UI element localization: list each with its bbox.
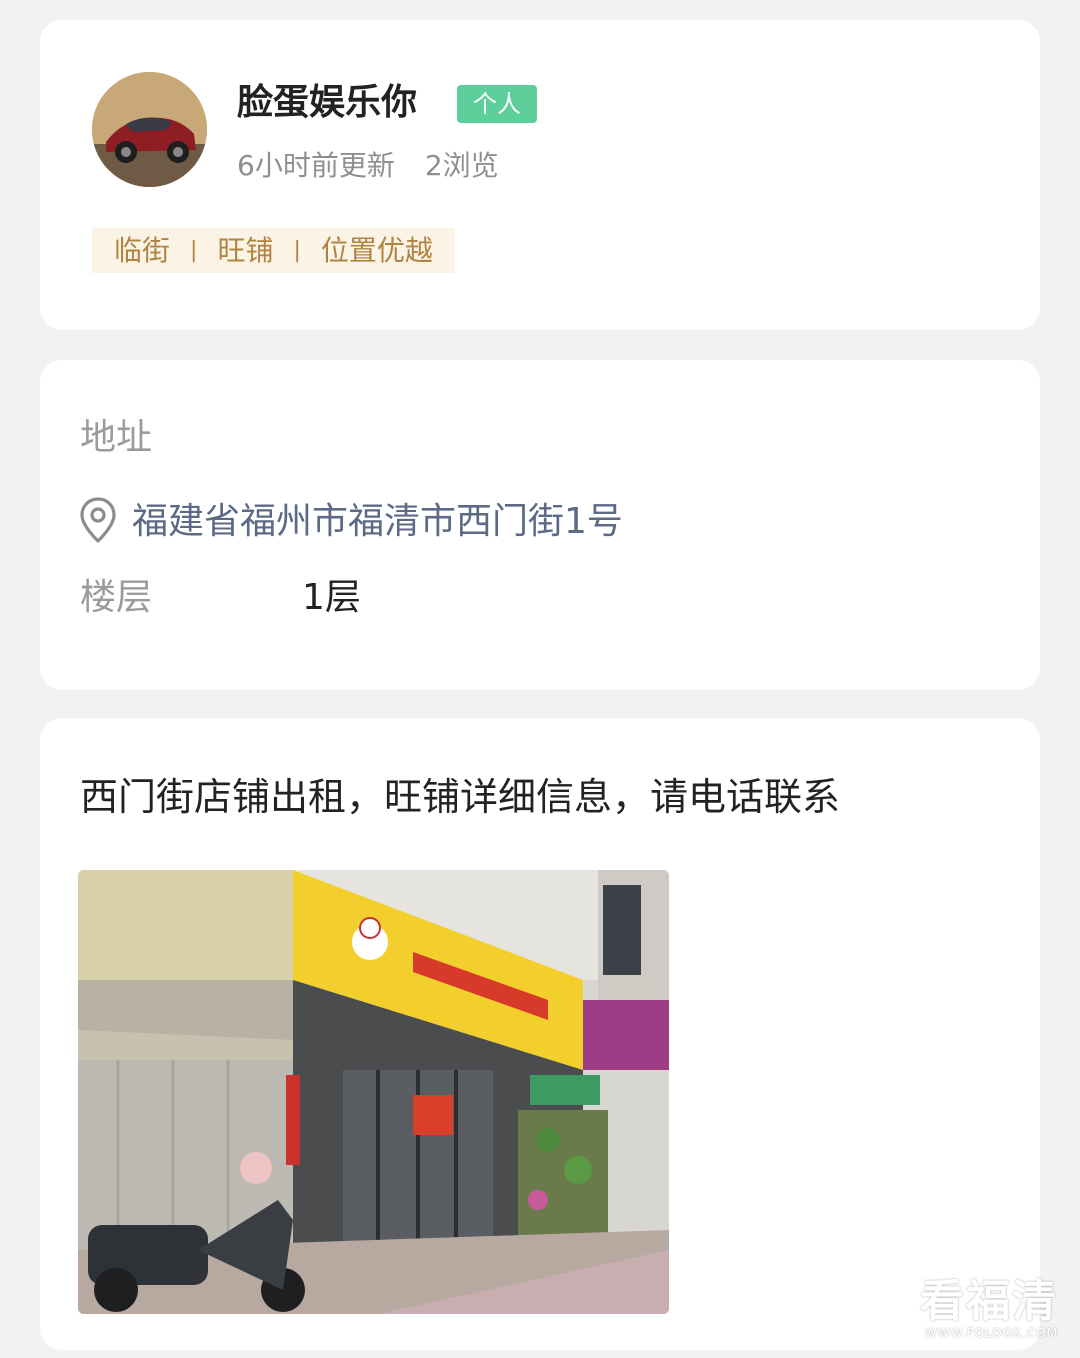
tag-separator: | (190, 238, 198, 263)
personal-badge: 个人 (457, 85, 537, 123)
publisher-name: 脸蛋娱乐你 (237, 82, 418, 123)
location-pin-icon (78, 496, 118, 548)
tag-item: 旺铺 (217, 234, 274, 267)
avatar[interactable] (92, 72, 207, 187)
publisher-card: 脸蛋娱乐你 个人 6小时前更新 2浏览 临街 | 旺铺 | 位置优越 (40, 20, 1040, 330)
tag-item: 临街 (114, 234, 171, 267)
tag-separator: | (293, 238, 301, 263)
site-watermark: 看福清 WWW.FQLOOK.COM (920, 1276, 1058, 1341)
tag-item: 位置优越 (320, 234, 433, 267)
description-card: 西门街店铺出租，旺铺详细信息，请电话联系 (40, 718, 1040, 1350)
watermark-main: 看福清 (920, 1276, 1058, 1327)
floor-value: 1层 (302, 577, 361, 618)
address-text: 福建省福州市福清市西门街1号 (132, 501, 623, 542)
listing-description: 西门街店铺出租，旺铺详细信息，请电话联系 (80, 775, 841, 819)
storefront-photo[interactable] (78, 870, 669, 1314)
floor-label: 楼层 (80, 577, 153, 618)
feature-tags: 临街 | 旺铺 | 位置优越 (92, 228, 455, 273)
post-meta: 6小时前更新 2浏览 (237, 148, 499, 184)
watermark-url: WWW.FQLOOK.COM (924, 1326, 1058, 1340)
updated-time: 6小时前更新 (237, 149, 395, 182)
address-row[interactable]: 福建省福州市福清市西门街1号 (78, 496, 623, 548)
address-label: 地址 (80, 417, 153, 458)
view-count: 2浏览 (424, 149, 499, 182)
address-card: 地址 福建省福州市福清市西门街1号 楼层 1层 (40, 360, 1040, 690)
